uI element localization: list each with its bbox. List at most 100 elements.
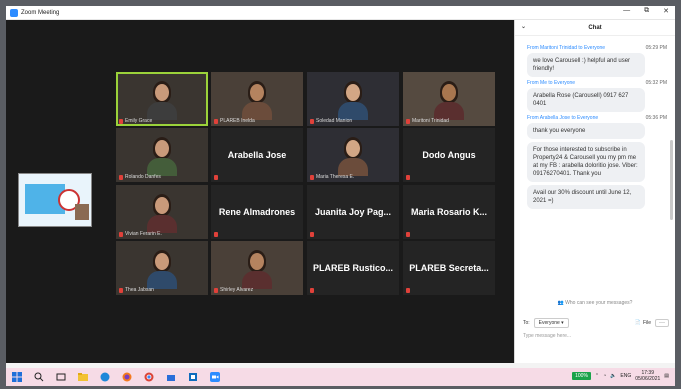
participant-tile[interactable]: Shirley Alvarez bbox=[211, 241, 303, 295]
participant-video bbox=[336, 80, 370, 120]
message-meta: From Me to Everyone 05:32 PM bbox=[515, 80, 675, 86]
participant-name: PLAREB Rustico... bbox=[312, 263, 393, 273]
participant-name: Juanita Joy Pag... bbox=[314, 207, 392, 217]
chevron-down-icon[interactable]: ⌄ bbox=[521, 23, 526, 30]
mic-muted-icon bbox=[214, 175, 218, 180]
recipient-row: To: Everyone ▾ 📄 File ··· bbox=[523, 317, 669, 329]
participant-tile[interactable]: PLAREB Rustico... bbox=[307, 241, 399, 295]
mic-muted-icon bbox=[119, 174, 123, 180]
participant-tile[interactable]: Rolando Danfes bbox=[116, 128, 208, 182]
mic-muted-icon bbox=[406, 232, 410, 237]
gallery-view: Emily Grace PLAREB Inelda Soledad Manion Ma… bbox=[6, 20, 514, 363]
file-button[interactable]: 📄 File bbox=[635, 320, 651, 326]
participant-label bbox=[214, 175, 220, 180]
battery-indicator[interactable]: 100% bbox=[572, 372, 591, 380]
participant-tile[interactable]: Arabella Jose bbox=[211, 128, 303, 182]
window-controls: — ⧉ ✕ bbox=[623, 7, 669, 15]
message-sender: From Maritoni Trinidad to Everyone bbox=[527, 45, 606, 51]
chat-message: Avail our 30% discount until June 12, 20… bbox=[527, 185, 645, 209]
task-view-icon[interactable] bbox=[56, 372, 66, 382]
participant-label bbox=[310, 232, 316, 237]
file-explorer-icon[interactable] bbox=[78, 372, 88, 382]
close-button[interactable]: ✕ bbox=[663, 7, 669, 15]
chrome-icon[interactable] bbox=[144, 372, 154, 382]
mic-muted-icon bbox=[119, 287, 123, 293]
file-label: File bbox=[642, 320, 651, 326]
shared-screen-thumbnail[interactable] bbox=[18, 173, 92, 227]
system-tray: 100% ⌃ ◔ 🔈 ENG 17:39 05/06/2021 ▤ bbox=[572, 370, 669, 382]
message-time: 05:32 PM bbox=[645, 80, 667, 86]
mic-muted-icon bbox=[406, 175, 410, 180]
clock[interactable]: 17:39 05/06/2021 bbox=[635, 370, 660, 382]
participant-tile[interactable]: Dodo Angus bbox=[403, 128, 495, 182]
who-can-see-link[interactable]: 👥 Who can see your messages? bbox=[515, 300, 675, 306]
participant-video bbox=[336, 136, 370, 176]
message-sender: From Me to Everyone bbox=[527, 80, 576, 86]
notifications-icon[interactable]: ▤ bbox=[664, 373, 669, 379]
mic-muted-icon bbox=[214, 118, 218, 124]
participant-label: Thea Jabsan bbox=[119, 287, 154, 293]
minimize-button[interactable]: — bbox=[623, 7, 630, 15]
participant-label: Maria Theresa E. bbox=[310, 174, 354, 180]
message-time: 05:29 PM bbox=[645, 45, 667, 51]
who-can-see-text: Who can see your messages? bbox=[565, 300, 633, 306]
participant-tile[interactable]: PLAREB Inelda bbox=[211, 72, 303, 126]
windows-start-icon[interactable] bbox=[12, 372, 22, 382]
chat-message-input[interactable]: Type message here... bbox=[523, 333, 667, 353]
participant-tile[interactable]: Thea Jabsan bbox=[116, 241, 208, 295]
mic-muted-icon bbox=[310, 174, 314, 180]
zoom-icon[interactable] bbox=[210, 372, 220, 382]
more-button[interactable]: ··· bbox=[655, 319, 669, 327]
participant-tile[interactable]: Maria Theresa E. bbox=[307, 128, 399, 182]
participant-label bbox=[310, 288, 316, 293]
chevron-up-icon[interactable]: ⌃ bbox=[595, 373, 599, 379]
participant-tile[interactable]: Emily Grace bbox=[116, 72, 208, 126]
participant-tile[interactable]: Maritoni Trinidad bbox=[403, 72, 495, 126]
participant-label: Soledad Manion bbox=[310, 118, 352, 124]
participant-label-text: Emily Grace bbox=[125, 118, 153, 124]
firefox-icon[interactable] bbox=[122, 372, 132, 382]
maximize-button[interactable]: ⧉ bbox=[644, 7, 649, 15]
participant-tile[interactable]: Rene Almadrones bbox=[211, 185, 303, 239]
participant-label bbox=[406, 232, 412, 237]
volume-icon[interactable]: 🔈 bbox=[610, 373, 616, 379]
search-icon[interactable] bbox=[34, 372, 44, 382]
chat-scrollbar[interactable] bbox=[670, 140, 673, 220]
participant-video bbox=[145, 80, 179, 120]
store-icon[interactable] bbox=[166, 372, 176, 382]
chat-panel: ⌄ Chat From Maritoni Trinidad to Everyon… bbox=[514, 20, 675, 363]
participant-tile[interactable]: Soledad Manion bbox=[307, 72, 399, 126]
language-indicator[interactable]: ENG bbox=[620, 373, 631, 379]
participant-label: Maritoni Trinidad bbox=[406, 118, 449, 124]
participant-label bbox=[406, 175, 412, 180]
mic-muted-icon bbox=[406, 118, 410, 124]
participant-tile[interactable]: Juanita Joy Pag... bbox=[307, 185, 399, 239]
edge-icon[interactable] bbox=[100, 372, 110, 382]
participant-label bbox=[406, 288, 412, 293]
participant-tile[interactable]: Vivian Ferarin E. bbox=[116, 185, 208, 239]
participant-video bbox=[240, 249, 274, 289]
zoom-app-icon bbox=[10, 8, 18, 17]
recipient-select[interactable]: Everyone ▾ bbox=[533, 318, 569, 328]
file-icon: 📄 bbox=[634, 320, 641, 326]
mic-muted-icon bbox=[310, 118, 314, 124]
mic-muted-icon bbox=[310, 232, 314, 237]
photos-icon[interactable] bbox=[188, 372, 198, 382]
participant-tile[interactable]: PLAREB Secreta... bbox=[403, 241, 495, 295]
participant-label-text: Vivian Ferarin E. bbox=[125, 231, 162, 237]
participant-video bbox=[145, 193, 179, 233]
chat-messages: From Maritoni Trinidad to Everyone 05:29 … bbox=[515, 42, 675, 292]
message-meta: From Maritoni Trinidad to Everyone 05:29 … bbox=[515, 45, 675, 51]
zoom-window: Zoom Meeting — ⧉ ✕ Emily Grace PLAREB Ine… bbox=[6, 6, 675, 383]
participant-tile[interactable]: Maria Rosario K... bbox=[403, 185, 495, 239]
mic-muted-icon bbox=[214, 232, 218, 237]
windows-taskbar: 100% ⌃ ◔ 🔈 ENG 17:39 05/06/2021 ▤ bbox=[6, 368, 675, 386]
window-title: Zoom Meeting bbox=[21, 9, 60, 16]
chat-message: For those interested to subscribe in Pro… bbox=[527, 142, 645, 182]
participant-label: Vivian Ferarin E. bbox=[119, 231, 162, 237]
mic-muted-icon bbox=[119, 231, 123, 237]
chat-message: thank you everyone bbox=[527, 123, 645, 139]
title-bar: Zoom Meeting — ⧉ ✕ bbox=[6, 6, 675, 20]
wifi-icon[interactable]: ◔ bbox=[603, 373, 606, 379]
participant-name: Rene Almadrones bbox=[218, 207, 296, 217]
